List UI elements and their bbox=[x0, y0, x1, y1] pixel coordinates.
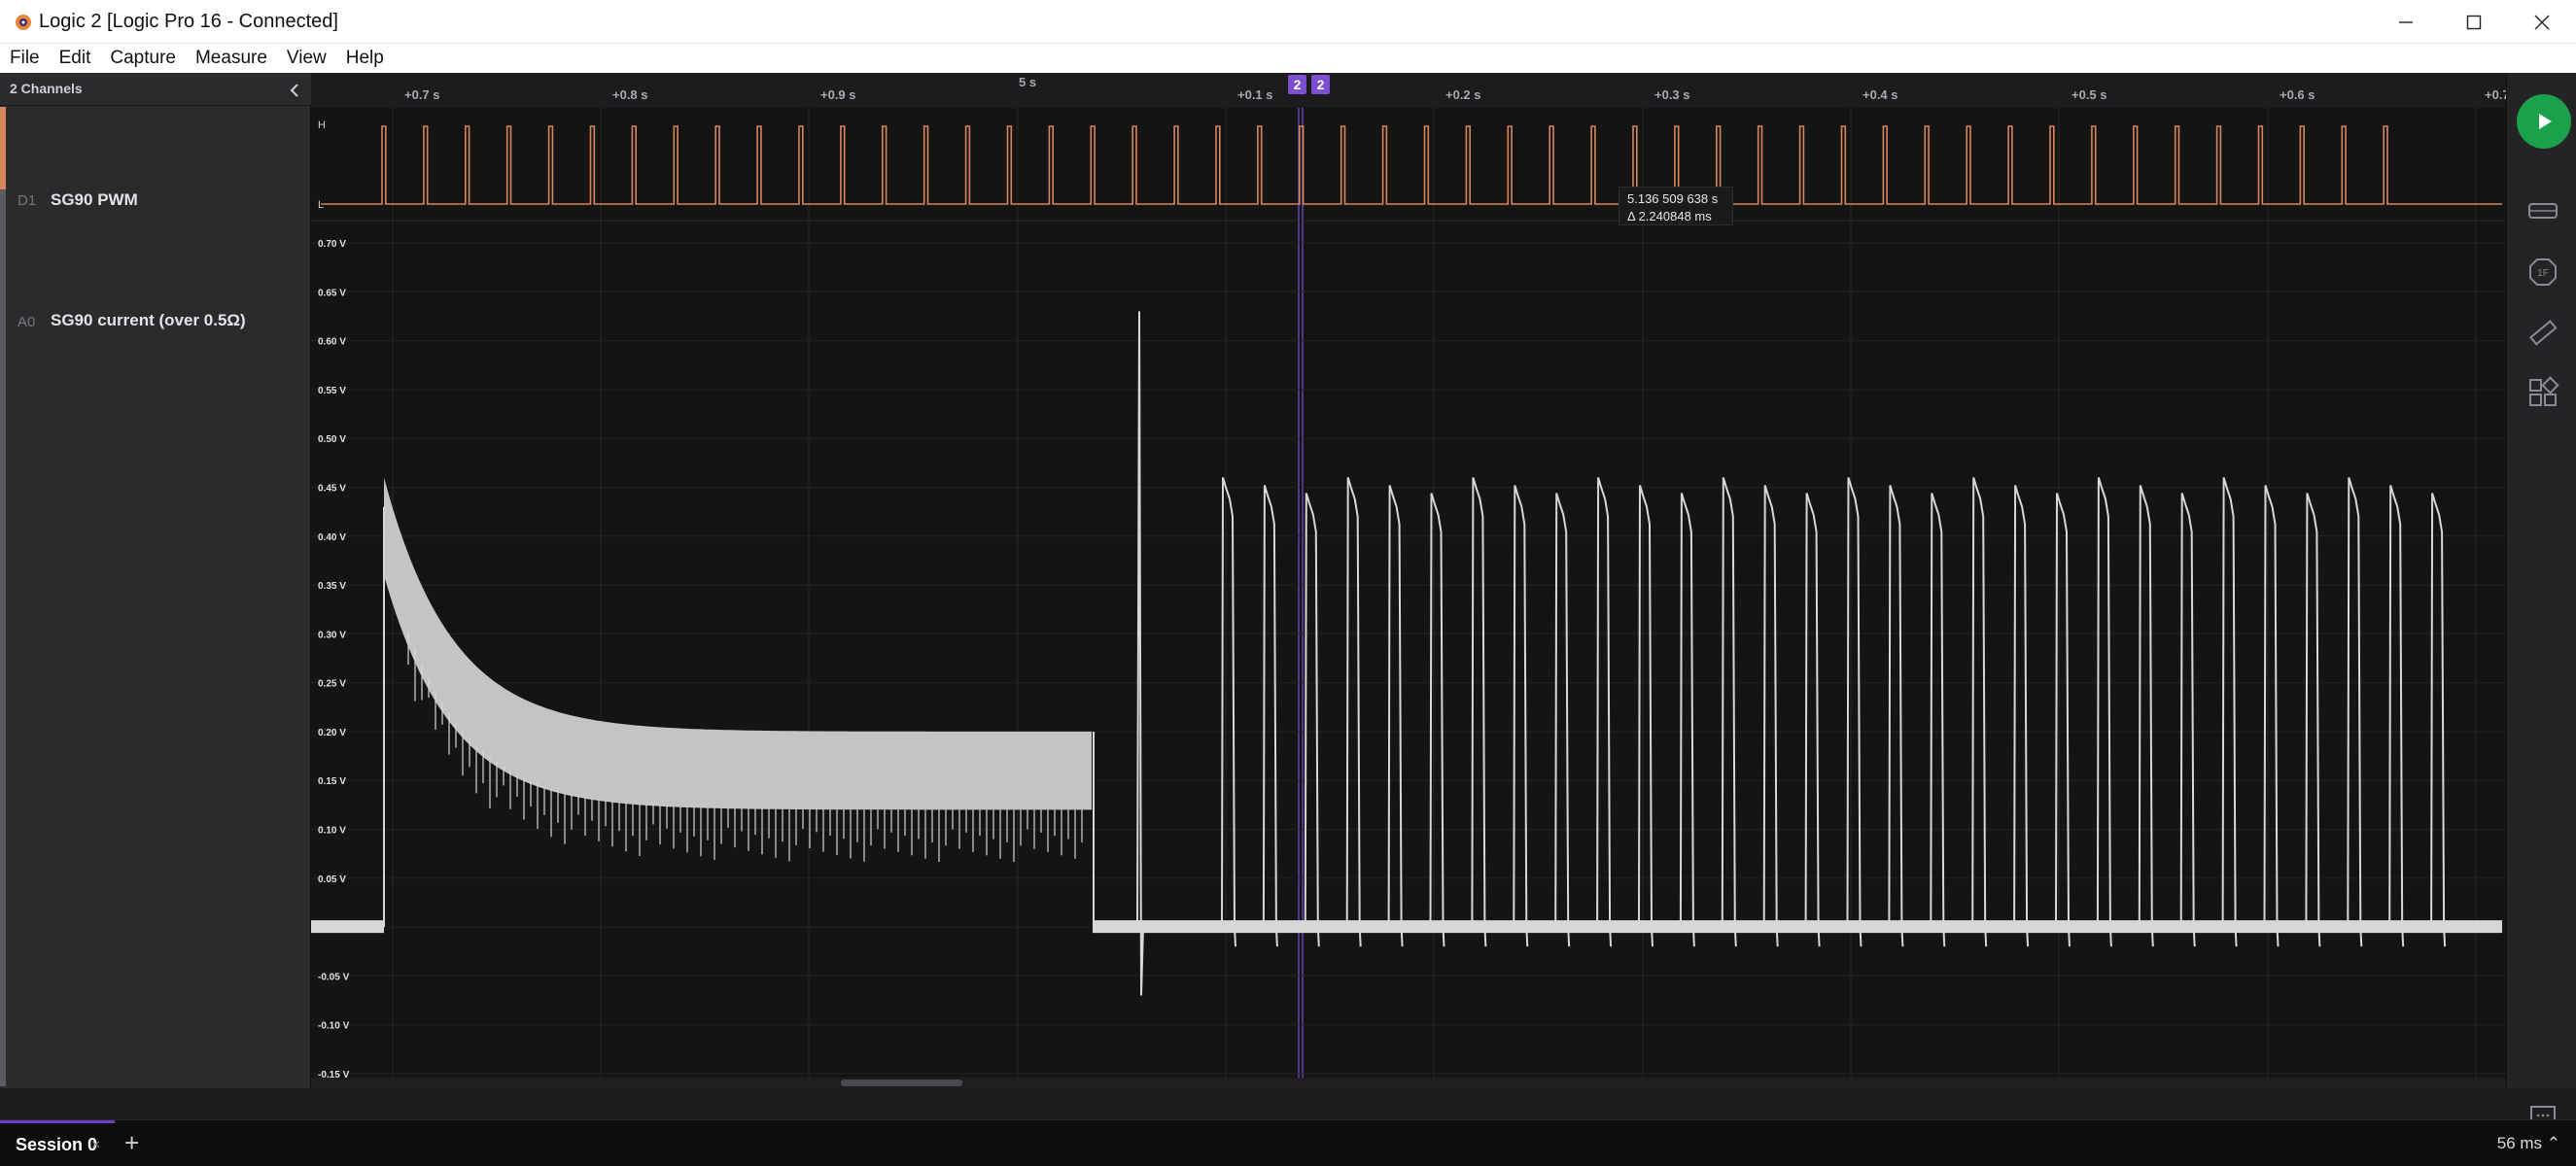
voltage-tick-label: 0.15 V bbox=[318, 776, 346, 787]
timing-marker-label: 2 bbox=[1317, 77, 1325, 92]
time-tick-label: +0.1 s bbox=[1237, 87, 1273, 102]
voltage-tick-label: 0.30 V bbox=[318, 630, 346, 640]
channel-color-swatch bbox=[0, 107, 6, 189]
waveform-view[interactable]: +0.7 s +0.8 s +0.9 s +0.1 s +0.2 s +0.3 s +0.4… bbox=[311, 73, 2506, 1088]
channel-id: A0 bbox=[17, 314, 36, 330]
menu-edit[interactable]: Edit bbox=[59, 48, 91, 69]
voltage-tick-label: 0.65 V bbox=[318, 288, 346, 298]
channel-row-d1[interactable]: D1 SG90 PWM bbox=[0, 107, 311, 209]
digital-low-label: L bbox=[318, 199, 324, 211]
add-session-button[interactable]: + bbox=[124, 1128, 139, 1158]
menu-bar: File Edit Capture Measure View Help bbox=[0, 44, 2576, 73]
channels-count: 2 Channels bbox=[10, 81, 83, 96]
time-tick-label: +0.7 s bbox=[404, 87, 440, 102]
digital-high-label: H bbox=[318, 120, 326, 131]
maximize-icon bbox=[2466, 15, 2482, 29]
signal-baseline bbox=[311, 920, 384, 934]
waveform-canvas[interactable]: +0.7 s +0.8 s +0.9 s +0.1 s +0.2 s +0.3 s +0.4… bbox=[311, 73, 2506, 1088]
close-icon bbox=[2534, 15, 2550, 29]
window-title: Logic 2 [Logic Pro 16 - Connected] bbox=[39, 11, 338, 32]
trigger-icon[interactable]: 1F bbox=[2526, 256, 2559, 289]
scrollbar-thumb[interactable] bbox=[841, 1080, 962, 1086]
voltage-tick-label: 0.25 V bbox=[318, 679, 346, 690]
voltage-tick-label: 0.05 V bbox=[318, 874, 346, 885]
start-capture-button[interactable] bbox=[2517, 94, 2571, 149]
voltage-tick-label: 0.35 V bbox=[318, 581, 346, 592]
maximize-button[interactable] bbox=[2440, 0, 2508, 44]
time-tick-label: +0.9 s bbox=[820, 87, 856, 102]
time-tick-label: +0.2 s bbox=[1445, 87, 1481, 102]
logic2-window: Logic 2 [Logic Pro 16 - Connected] File … bbox=[0, 0, 2576, 1166]
channel-name[interactable]: SG90 current (over 0.5Ω) bbox=[51, 311, 246, 330]
right-toolbar: 1F bbox=[2506, 73, 2576, 1164]
timing-marker-label: 2 bbox=[1294, 77, 1302, 92]
svg-text:1F: 1F bbox=[2537, 268, 2549, 279]
voltage-tick-label: 0.60 V bbox=[318, 337, 346, 348]
signal-baseline bbox=[1093, 920, 2502, 934]
close-button[interactable] bbox=[2508, 0, 2576, 44]
horizontal-scrollbar[interactable] bbox=[311, 1078, 2506, 1088]
voltage-tick-label: 0.40 V bbox=[318, 532, 346, 543]
voltage-tick-label: 0.50 V bbox=[318, 434, 346, 445]
analyzers-icon[interactable] bbox=[2526, 194, 2559, 227]
memory-status[interactable]: 56 ms ⌃ bbox=[2497, 1134, 2560, 1153]
minimize-button[interactable] bbox=[2372, 0, 2440, 44]
voltage-tick-label: 0.55 V bbox=[318, 386, 346, 396]
session-tab[interactable]: Session 0 × bbox=[0, 1120, 115, 1166]
extensions-icon[interactable] bbox=[2526, 376, 2559, 409]
session-bar: Session 0 × + 56 ms ⌃ bbox=[0, 1119, 2576, 1166]
cursor-time: 5.136 509 638 s bbox=[1627, 191, 1719, 206]
voltage-tick-label: -0.10 V bbox=[318, 1021, 350, 1032]
menu-measure[interactable]: Measure bbox=[195, 48, 267, 69]
channel-color-swatch bbox=[0, 189, 6, 1086]
cursor-delta: Δ 2.240848 ms bbox=[1627, 209, 1712, 223]
time-tick-label: +0.6 s bbox=[2280, 87, 2315, 102]
time-tick-label: +0.3 s bbox=[1654, 87, 1690, 102]
play-icon bbox=[2539, 114, 2552, 129]
minimize-icon bbox=[2399, 20, 2413, 23]
menu-file[interactable]: File bbox=[10, 48, 40, 69]
voltage-tick-label: -0.05 V bbox=[318, 972, 350, 982]
time-tick-label: +0.8 s bbox=[612, 87, 648, 102]
app-logo-icon bbox=[16, 15, 31, 30]
title-bar: Logic 2 [Logic Pro 16 - Connected] bbox=[0, 0, 2576, 44]
channel-row-a0[interactable]: A0 SG90 current (over 0.5Ω) bbox=[0, 189, 311, 1086]
cursor-tooltip: 5.136 509 638 s Δ 2.240848 ms bbox=[1619, 187, 1733, 225]
menu-help[interactable]: Help bbox=[346, 48, 384, 69]
close-session-icon[interactable]: × bbox=[91, 1137, 100, 1154]
voltage-tick-label: 0.70 V bbox=[318, 239, 346, 250]
menu-capture[interactable]: Capture bbox=[110, 48, 176, 69]
voltage-tick-label: 0.20 V bbox=[318, 728, 346, 738]
menu-view[interactable]: View bbox=[287, 48, 327, 69]
time-center-label: 5 s bbox=[1019, 75, 1036, 89]
session-tab-label: Session 0 bbox=[16, 1135, 98, 1154]
sidebar-header: 2 Channels bbox=[0, 73, 311, 106]
ruler-icon[interactable] bbox=[2526, 316, 2559, 349]
scrollbar-track bbox=[311, 1078, 2506, 1088]
channel-sidebar: 2 Channels D1 SG90 PWM A0 SG90 current (… bbox=[0, 73, 311, 1088]
voltage-tick-label: 0.45 V bbox=[318, 483, 346, 494]
collapse-sidebar-button[interactable] bbox=[284, 80, 305, 101]
time-tick-label: +0.7 bbox=[2485, 87, 2506, 102]
time-tick-label: +0.5 s bbox=[2071, 87, 2107, 102]
time-tick-label: +0.4 s bbox=[1862, 87, 1898, 102]
voltage-tick-label: 0.10 V bbox=[318, 826, 346, 837]
